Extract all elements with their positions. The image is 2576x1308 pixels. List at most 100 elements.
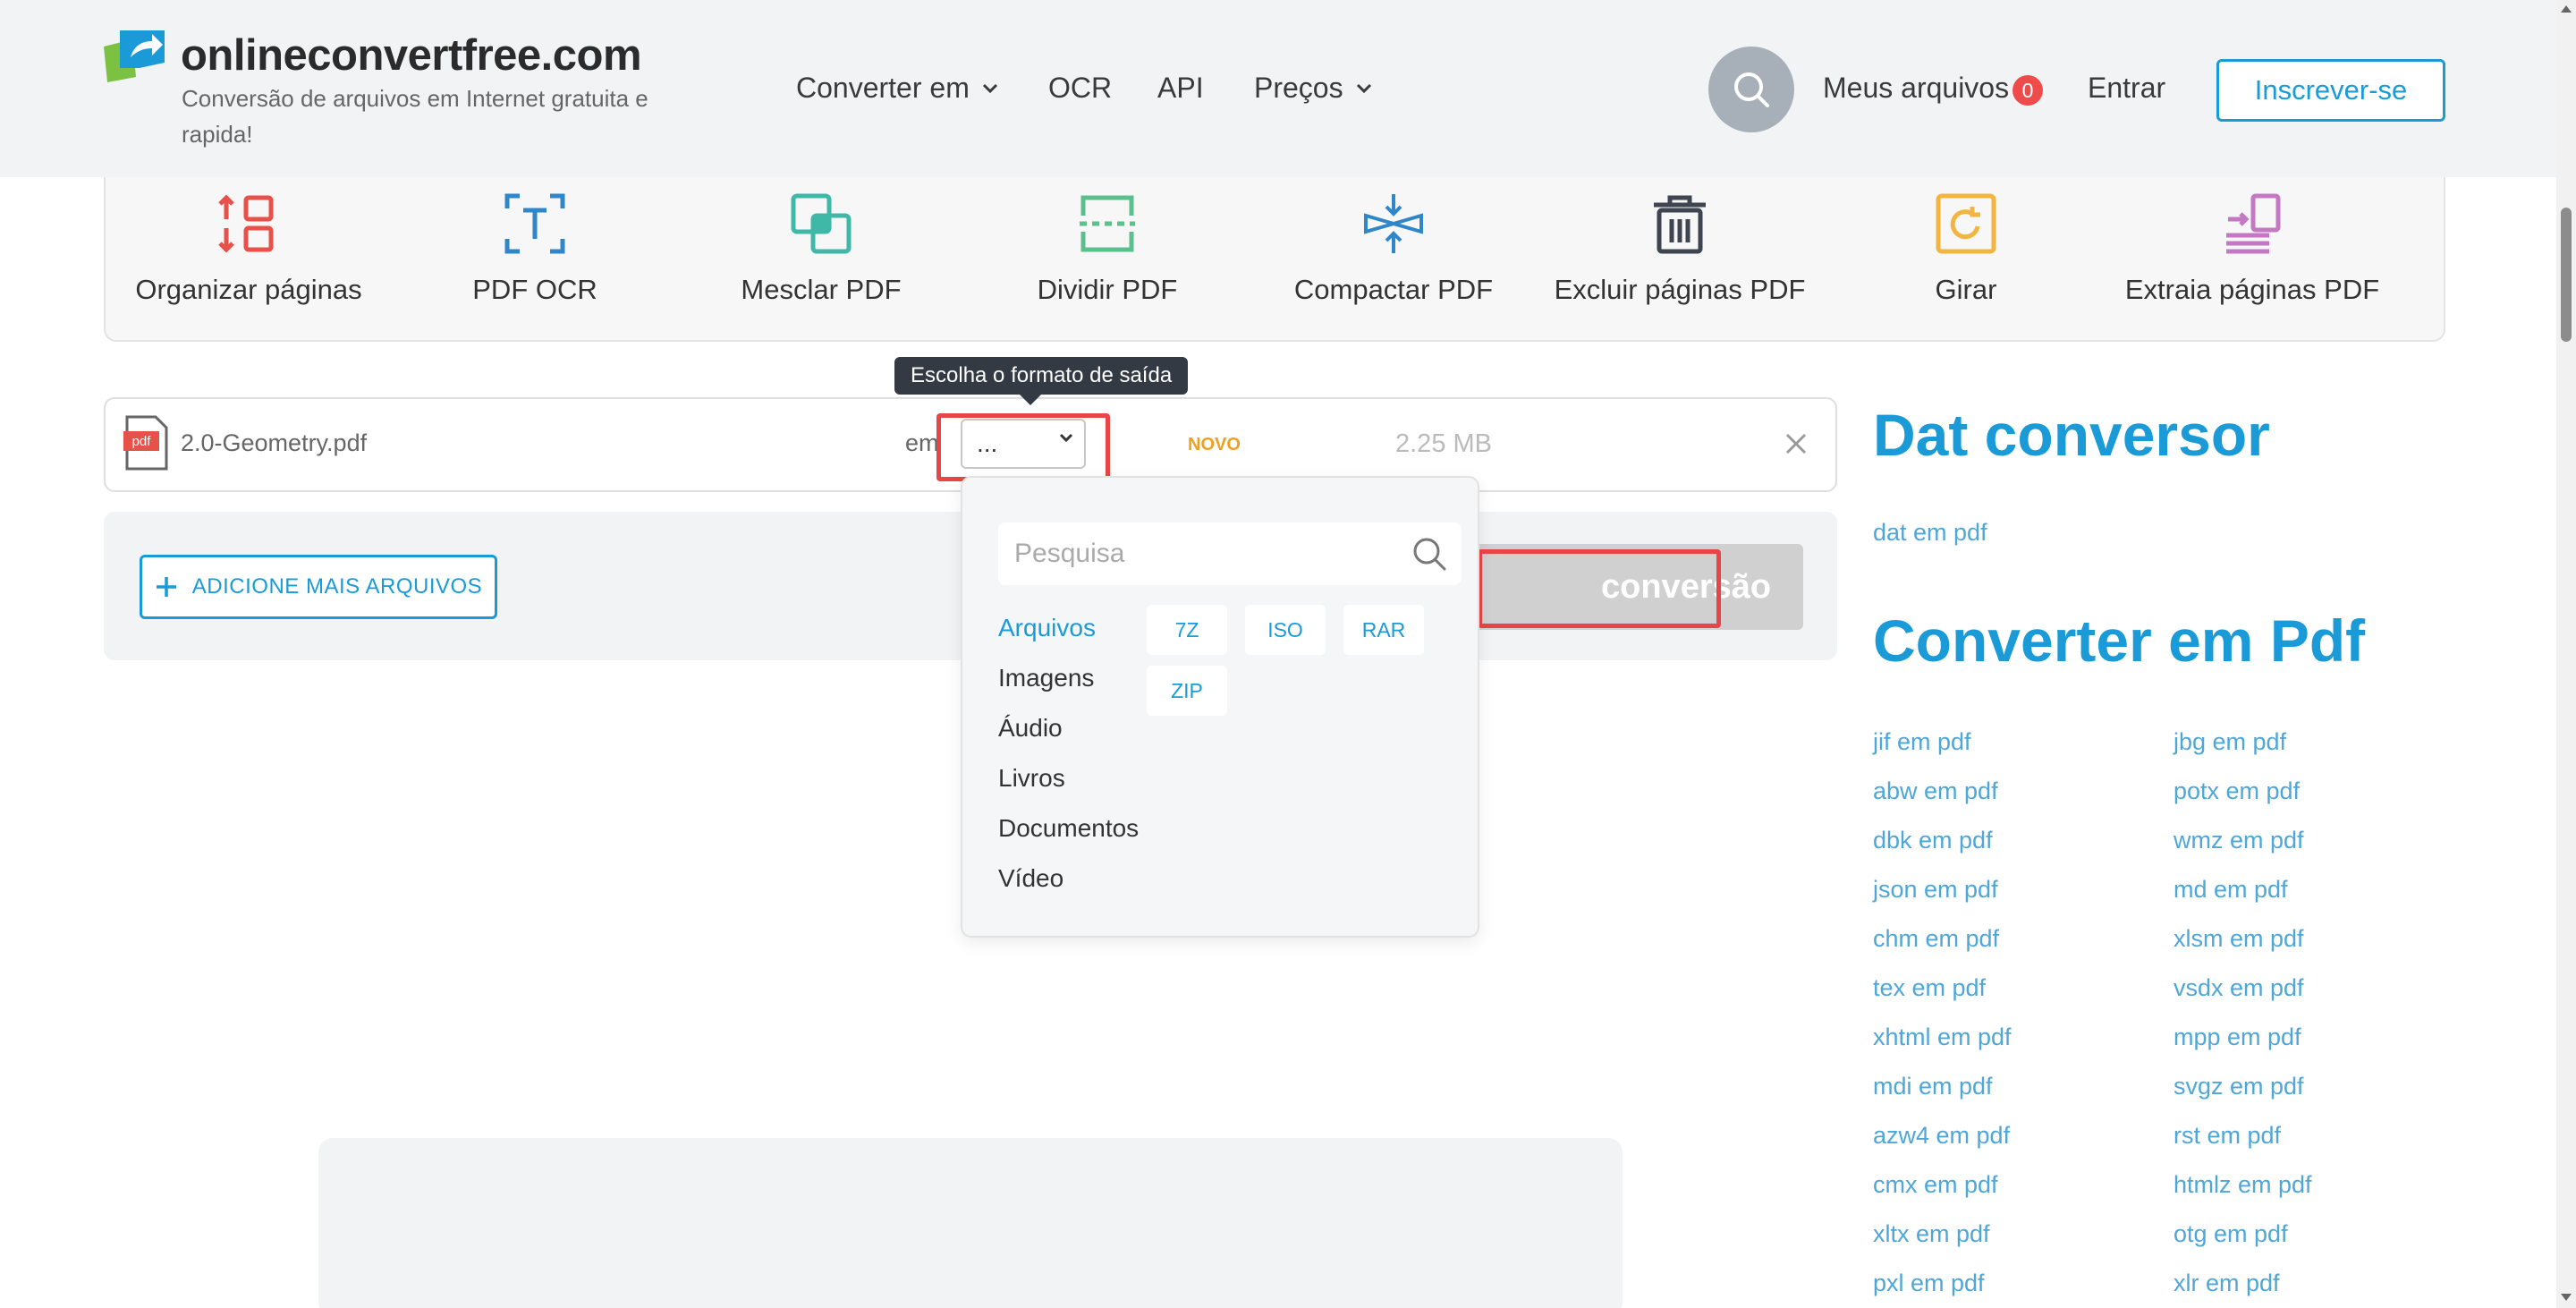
convert-link[interactable]: wmz em pdf [2174, 827, 2304, 854]
tool-organize-pages[interactable]: Organizar páginas [106, 188, 392, 331]
convert-link[interactable]: htmlz em pdf [2174, 1171, 2312, 1199]
pdf-icon-text: pdf [132, 434, 152, 449]
convert-link[interactable]: dbk em pdf [1873, 827, 1993, 854]
convert-link[interactable]: jif em pdf [1873, 728, 1971, 756]
tool-label: Extraia páginas PDF [2124, 274, 2380, 305]
convert-link[interactable]: md em pdf [2174, 876, 2288, 904]
convert-link[interactable]: svgz em pdf [2174, 1073, 2304, 1100]
convert-link[interactable]: potx em pdf [2174, 777, 2300, 805]
category-documents[interactable]: Documentos [998, 803, 1139, 854]
nav-api[interactable]: API [1157, 72, 1204, 105]
convert-link[interactable]: vsdx em pdf [2174, 974, 2304, 1002]
category-archives[interactable]: Arquivos [998, 603, 1139, 653]
remove-file-button[interactable] [1778, 426, 1814, 462]
plus-icon [156, 577, 176, 597]
search-icon [1734, 72, 1769, 107]
convert-link[interactable]: json em pdf [1873, 876, 1998, 904]
tool-merge-pdf[interactable]: Mesclar PDF [678, 188, 964, 331]
convert-link[interactable]: xlsm em pdf [2174, 925, 2304, 953]
format-search-placeholder: Pesquisa [1014, 539, 1125, 568]
my-files-link[interactable]: Meus arquivos [1823, 72, 2009, 105]
nav-convert-label: Converter em [796, 72, 970, 104]
add-more-files-label: ADICIONE MAIS ARQUIVOS [191, 574, 483, 599]
convert-link[interactable]: chm em pdf [1873, 925, 1999, 953]
tool-label: Excluir páginas PDF [1554, 274, 1806, 305]
convert-to-pdf-heading: Converter em Pdf [1873, 607, 2366, 674]
convert-link[interactable]: tex em pdf [1873, 974, 1986, 1002]
tool-extract-pages[interactable]: Extraia páginas PDF [2109, 188, 2395, 331]
tool-label: Girar [1935, 274, 1997, 305]
converter-link[interactable]: dat em pdf [1873, 519, 1987, 547]
category-audio[interactable]: Áudio [998, 703, 1139, 753]
nav-convert[interactable]: Converter em [796, 72, 998, 105]
scroll-down-icon[interactable] [2561, 1294, 2572, 1301]
trash-icon [1644, 188, 1716, 259]
nav-pricing-label: Preços [1254, 72, 1343, 104]
dat-converter-heading: Dat conversor [1873, 402, 2270, 468]
tool-label: PDF OCR [472, 274, 597, 305]
scrollbar-thumb[interactable] [2561, 208, 2572, 342]
format-search-input[interactable]: Pesquisa [998, 522, 1462, 585]
add-more-files-button[interactable]: ADICIONE MAIS ARQUIVOS [140, 555, 497, 619]
category-video[interactable]: Vídeo [998, 854, 1139, 904]
header-search-button[interactable] [1708, 47, 1794, 132]
format-option-7z[interactable]: 7Z [1147, 605, 1227, 655]
format-select-highlight [936, 413, 1110, 481]
format-option-iso[interactable]: ISO [1245, 605, 1326, 655]
logo-tagline: Conversão de arquivos em Internet gratui… [182, 85, 648, 148]
pdf-tools-bar: Organizar páginas PDF OCR Mesclar PDF Di… [104, 170, 2445, 342]
convert-link[interactable]: rst em pdf [2174, 1122, 2281, 1150]
file-name: 2.0-Geometry.pdf [181, 429, 368, 456]
convert-link[interactable]: pxl em pdf [1873, 1270, 1985, 1297]
convert-link[interactable]: mdi em pdf [1873, 1073, 1993, 1100]
convert-link[interactable]: otg em pdf [2174, 1220, 2288, 1248]
tool-label: Dividir PDF [1037, 274, 1178, 305]
tool-delete-pages[interactable]: Excluir páginas PDF [1537, 188, 1823, 331]
extract-pages-icon [2216, 188, 2288, 259]
format-tooltip: Escolha o formato de saída [894, 357, 1189, 405]
site-header: onlineconvertfree.com Conversão de arqui… [0, 0, 2556, 177]
nav-ocr[interactable]: OCR [1048, 72, 1112, 105]
format-label: em [905, 429, 939, 456]
signup-button[interactable]: Inscrever-se [2216, 59, 2445, 122]
ocr-icon [499, 188, 571, 259]
convert-link[interactable]: abw em pdf [1873, 777, 1998, 805]
logo-icon[interactable] [100, 27, 168, 84]
tool-pdf-ocr[interactable]: PDF OCR [392, 188, 678, 331]
format-option-rar[interactable]: RAR [1343, 605, 1424, 655]
nav-pricing[interactable]: Preços [1254, 72, 1372, 105]
logo-text[interactable]: onlineconvertfree.com [181, 30, 642, 81]
tool-rotate[interactable]: Girar [1823, 188, 2109, 331]
convert-link[interactable]: mpp em pdf [2174, 1023, 2301, 1051]
format-option-zip[interactable]: ZIP [1147, 666, 1227, 716]
tool-compress-pdf[interactable]: Compactar PDF [1250, 188, 1537, 331]
category-images[interactable]: Imagens [998, 653, 1139, 703]
tool-label: Compactar PDF [1293, 274, 1494, 305]
my-files-badge: 0 [2012, 75, 2043, 106]
convert-link[interactable]: xlr em pdf [2174, 1270, 2280, 1297]
convert-link[interactable]: xhtml em pdf [1873, 1023, 2012, 1051]
content-placeholder [318, 1138, 1623, 1308]
new-badge: NOVO [1188, 435, 1241, 454]
convert-link[interactable]: xltx em pdf [1873, 1220, 1990, 1248]
search-icon [1413, 538, 1446, 571]
split-icon [1072, 188, 1143, 259]
format-dropdown: Pesquisa Arquivos Imagens Áudio Livros D… [961, 476, 1479, 938]
organize-pages-icon [213, 188, 284, 259]
close-icon [1785, 433, 1807, 454]
pdf-file-icon: pdf [123, 415, 168, 471]
category-books[interactable]: Livros [998, 753, 1139, 803]
tool-split-pdf[interactable]: Dividir PDF [964, 188, 1250, 331]
convert-link[interactable]: azw4 em pdf [1873, 1122, 2010, 1150]
rotate-icon [1930, 188, 2002, 259]
convert-link[interactable]: cmx em pdf [1873, 1171, 1998, 1199]
convert-button-highlight [1478, 549, 1721, 628]
convert-link[interactable]: jbg em pdf [2174, 728, 2286, 756]
compress-icon [1358, 188, 1429, 259]
login-link[interactable]: Entrar [2088, 72, 2165, 105]
scroll-up-icon[interactable] [2561, 5, 2572, 13]
tool-label: Organizar páginas [135, 274, 362, 305]
merge-icon [785, 188, 857, 259]
page-scrollbar[interactable] [2556, 0, 2576, 1308]
file-size: 2.25 MB [1395, 429, 1492, 458]
